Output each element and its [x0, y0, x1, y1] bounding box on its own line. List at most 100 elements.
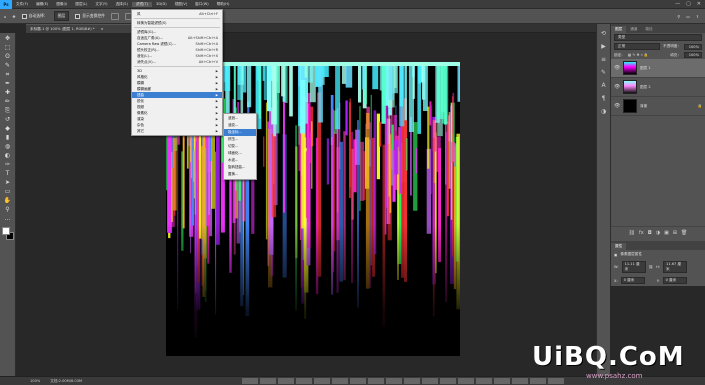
tab-layers[interactable]: 图层	[611, 26, 627, 33]
minimize-button[interactable]: —	[675, 1, 680, 7]
group-icon[interactable]: ▣	[664, 230, 669, 236]
menu-item[interactable]: 图层(L)	[71, 2, 91, 7]
color-swatches[interactable]	[1, 227, 14, 241]
layer-thumbnail	[623, 80, 637, 94]
link-icon[interactable]: ⛓	[629, 230, 635, 236]
distort-menu-item[interactable]: 球面化...	[224, 150, 256, 157]
transform-controls-checkbox[interactable]: 显示变换控件	[75, 13, 105, 19]
menu-item[interactable]: 滤镜(T)	[131, 1, 153, 7]
menu-item[interactable]: 窗口(W)	[191, 2, 213, 7]
actions-icon[interactable]: ▶	[600, 43, 608, 51]
fx-icon[interactable]: fx	[639, 230, 644, 236]
layer-row[interactable]: 👁 图层 2	[611, 78, 705, 97]
distort-menu-item[interactable]: 水波...	[224, 157, 256, 164]
hand-tool-icon[interactable]: ✋	[2, 197, 13, 205]
lasso-tool-icon[interactable]: ʘ	[2, 53, 13, 61]
share-icon[interactable]: ⇪	[696, 14, 699, 19]
menu-item[interactable]: 选择(S)	[112, 2, 132, 7]
brush-tool-icon[interactable]: ✏	[2, 98, 13, 106]
layer-kind-dropdown[interactable]: 类型	[614, 34, 702, 41]
shape-tool-icon[interactable]: ▭	[2, 188, 13, 196]
fill-input[interactable]: 100%	[684, 52, 702, 58]
pen-tool-icon[interactable]: ✑	[2, 161, 13, 169]
width-input[interactable]: 11.11 厘米	[621, 261, 646, 273]
auto-select-target-dropdown[interactable]: 图层	[53, 11, 70, 21]
home-icon[interactable]: ⌂	[4, 14, 6, 19]
filter-menu-item[interactable]: 风 Alt+Ctrl+F	[132, 11, 222, 17]
move-tool-icon[interactable]: ✥	[2, 35, 13, 43]
blur-tool-icon[interactable]: ◍	[2, 143, 13, 151]
path-select-tool-icon[interactable]: ➤	[2, 179, 13, 187]
distort-menu-item[interactable]: 置换...	[224, 171, 256, 178]
eyedropper-tool-icon[interactable]: ✒	[2, 80, 13, 88]
foreground-color-swatch[interactable]	[1, 227, 10, 235]
history-icon[interactable]: ⟲	[600, 30, 608, 38]
paragraph-icon[interactable]: ¶	[600, 95, 608, 103]
menu-item[interactable]: 图像(I)	[52, 2, 71, 7]
more-tool-icon[interactable]: …	[2, 215, 13, 223]
menu-item[interactable]: 文字(Y)	[91, 2, 111, 7]
menu-item[interactable]: 编辑(E)	[32, 2, 52, 7]
adjustment-icon[interactable]: ◑	[656, 230, 660, 236]
canvas-area[interactable]	[16, 33, 596, 376]
zoom-level[interactable]: 100%	[30, 379, 40, 383]
new-layer-icon[interactable]: ⊞	[673, 230, 677, 236]
app-logo: Ps	[0, 0, 12, 9]
menu-item[interactable]: 视图(V)	[171, 2, 191, 7]
y-input[interactable]: 0 厘米	[662, 277, 687, 284]
mask-icon[interactable]: ◘	[648, 230, 652, 236]
brush-icon[interactable]: ✎	[600, 69, 608, 77]
marquee-tool-icon[interactable]: ⬚	[2, 44, 13, 52]
stamp-tool-icon[interactable]: ⎘	[2, 107, 13, 115]
filter-menu-item[interactable]: 消失点(V)... Alt+Ctrl+V	[132, 59, 222, 65]
align-left-icon[interactable]	[110, 12, 119, 20]
filter-menu-item[interactable]: 其它 ▶	[132, 128, 222, 134]
layer-row[interactable]: 👁 图层 1	[611, 59, 705, 78]
filter-menu-item[interactable]: 转换为智能滤镜(S)	[132, 20, 222, 26]
gradient-tool-icon[interactable]: ▮	[2, 134, 13, 142]
link-icon[interactable]: ⛓	[649, 265, 654, 269]
blend-mode-dropdown[interactable]: 正常	[614, 43, 661, 50]
x-input[interactable]: 0 厘米	[620, 277, 645, 284]
menu-item[interactable]: 帮助(H)	[213, 2, 234, 7]
layer-row[interactable]: 👁 背景 🔒	[611, 97, 705, 116]
menu-item[interactable]: 文件(F)	[12, 2, 32, 7]
tab-paths[interactable]: 路径	[641, 26, 656, 33]
type-tool-icon[interactable]: T	[2, 170, 13, 178]
properties-icon[interactable]: ≡	[600, 56, 608, 64]
crop-tool-icon[interactable]: ⌗	[2, 71, 13, 79]
document-tab-close-icon[interactable]: ×	[101, 27, 104, 31]
workspace-icon[interactable]: ▭	[686, 14, 690, 19]
zoom-tool-icon[interactable]: ⚲	[2, 206, 13, 214]
visibility-eye-icon[interactable]: 👁	[614, 84, 620, 90]
move-tool-icon[interactable]: ✥	[12, 14, 15, 19]
height-input[interactable]: 11.67 厘米	[663, 261, 688, 273]
tab-channels[interactable]: 通道	[626, 26, 641, 33]
distort-menu-item[interactable]: 波浪...	[224, 115, 256, 122]
lock-icons[interactable]: ▦ ✎ ✥ ⌗ 🔒	[628, 53, 667, 57]
history-brush-tool-icon[interactable]: ↺	[2, 116, 13, 124]
layers-panel: 图层 通道 路径 类型 正常 不透明度： 100% 锁定： ▦ ✎ ✥ ⌗ 🔒 …	[610, 24, 705, 286]
distort-menu-item[interactable]: 挤压...	[224, 136, 256, 143]
auto-select-checkbox[interactable]: 自动选择：	[21, 13, 48, 19]
distort-menu-item[interactable]: 旋转扭曲...	[224, 164, 256, 171]
search-icon[interactable]: ⚲	[677, 14, 680, 19]
submenu-arrow-icon: ▶	[215, 99, 218, 103]
close-button[interactable]: ✕	[697, 1, 701, 7]
distort-menu-item[interactable]: 切变...	[224, 143, 256, 150]
character-icon[interactable]: A	[600, 82, 608, 90]
opacity-input[interactable]: 100%	[684, 43, 702, 50]
quick-select-tool-icon[interactable]: ✎	[2, 62, 13, 70]
visibility-eye-icon[interactable]: 👁	[614, 103, 620, 109]
distort-menu-item[interactable]: 波纹...	[224, 122, 256, 129]
adjust-icon[interactable]: ◑	[600, 108, 608, 116]
dodge-tool-icon[interactable]: ◐	[2, 152, 13, 160]
eraser-tool-icon[interactable]: ◆	[2, 125, 13, 133]
healing-tool-icon[interactable]: ✚	[2, 89, 13, 97]
maximize-button[interactable]: ▢	[686, 1, 691, 7]
distort-menu-item[interactable]: 极坐标...	[224, 129, 256, 136]
visibility-eye-icon[interactable]: 👁	[614, 65, 620, 71]
menu-item[interactable]: 3D(D)	[152, 2, 171, 7]
delete-icon[interactable]: 🗑	[681, 230, 687, 236]
document-info[interactable]: 文档:2.00M/8.03M	[50, 379, 82, 384]
